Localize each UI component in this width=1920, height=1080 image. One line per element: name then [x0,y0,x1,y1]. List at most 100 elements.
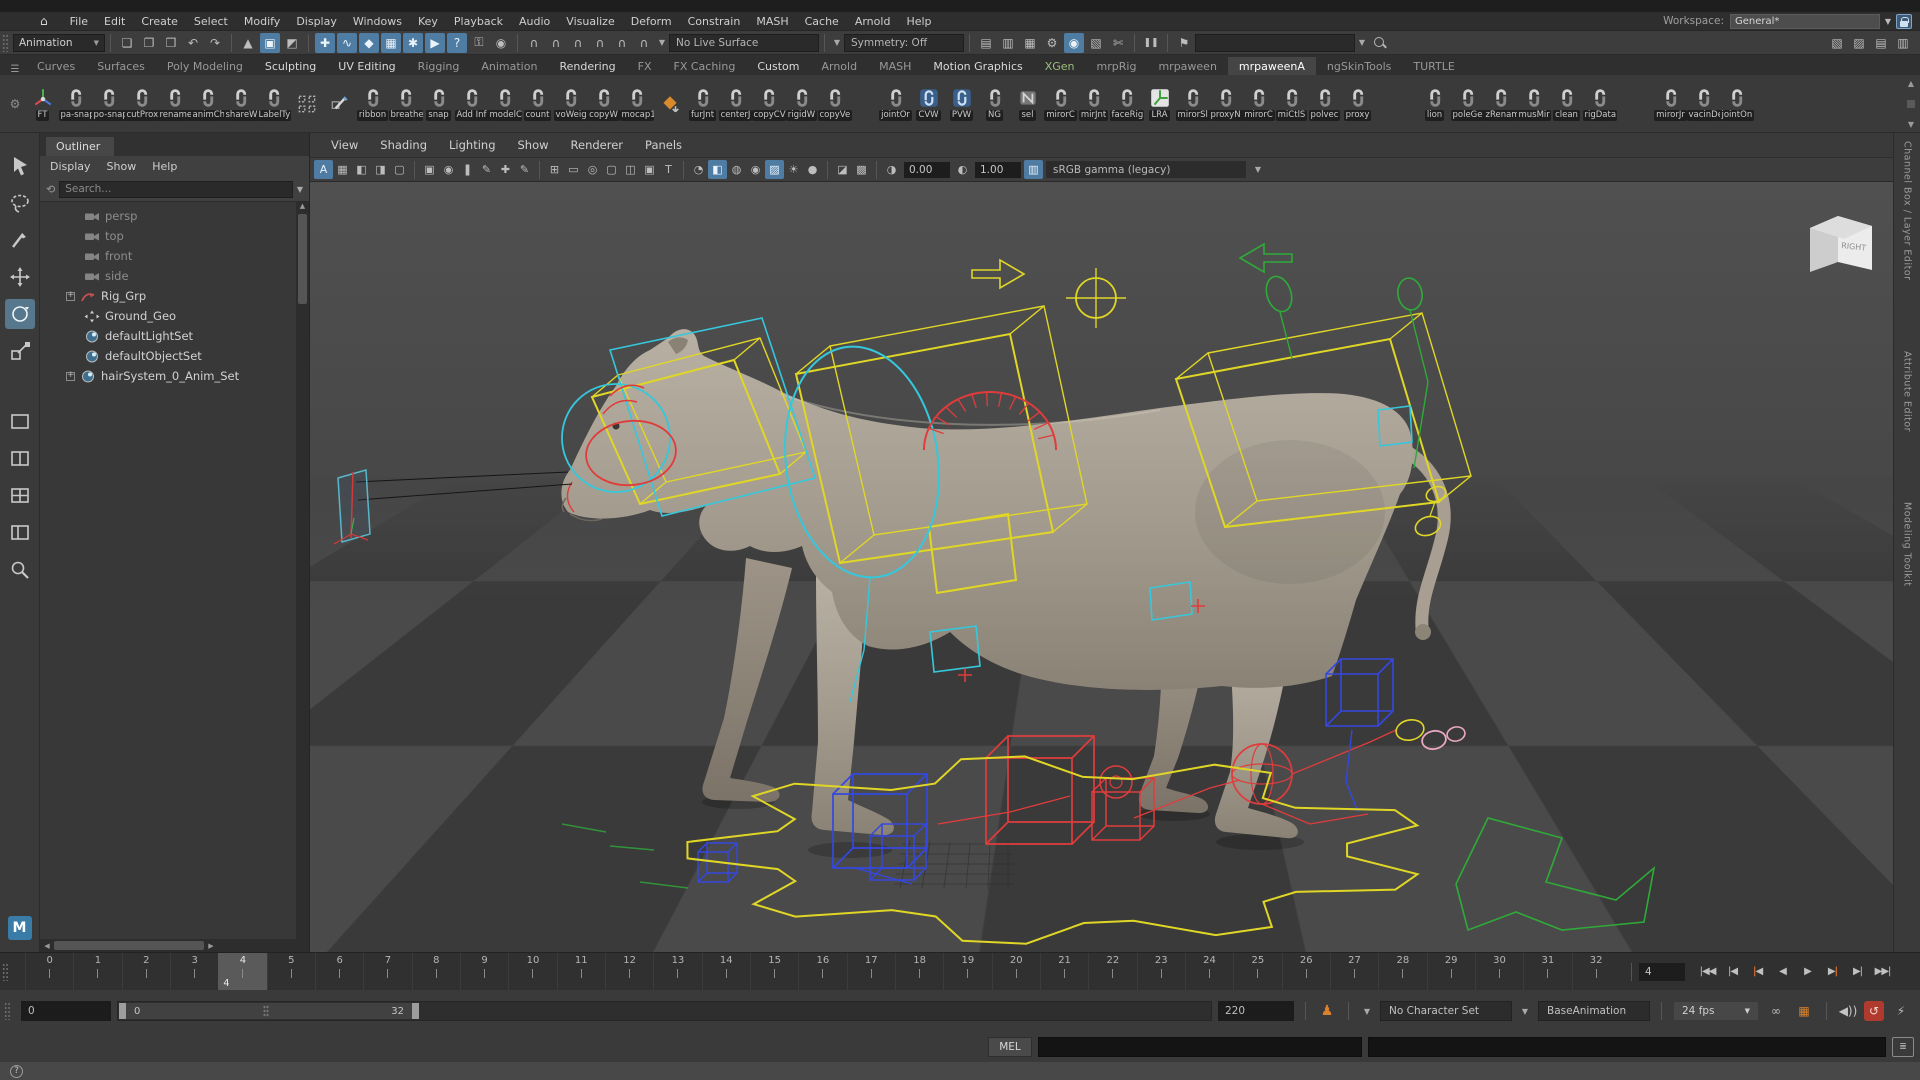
frame-1[interactable]: 1 [73,953,121,990]
shelf-button-CVW[interactable]: CVW [912,87,945,121]
highlight-selection-icon[interactable]: ◉ [491,33,511,53]
dropdown-arrow[interactable]: ▼ [830,38,844,47]
shelf-tab-mrpaween[interactable]: mrpaween [1147,57,1227,75]
quick-input-field[interactable] [1195,34,1355,52]
rig-control-curve[interactable] [958,668,972,682]
mask-deformations-icon[interactable]: ✱ [403,33,423,53]
frame-27[interactable]: 27 [1330,953,1378,990]
outliner-item-persp[interactable]: persp [40,206,309,226]
make-live-icon[interactable]: ∩ [634,33,654,53]
step-forward-key-button[interactable]: ▶| [1820,961,1845,983]
lock-camera-icon[interactable]: ◉ [439,160,458,179]
shelf-button-paint[interactable] [323,93,356,115]
shelf-gear-icon[interactable]: ⚙ [4,97,26,111]
rig-control-curve[interactable] [1262,273,1296,315]
isolate-select-icon[interactable]: ◪ [833,160,852,179]
search-icon[interactable] [1373,36,1387,50]
frame-18[interactable]: 18 [895,953,943,990]
menu-set-select[interactable]: Animation▼ [13,34,105,52]
shelf-tab-poly-modeling[interactable]: Poly Modeling [156,57,254,75]
shelf-tab-turtle[interactable]: TURTLE [1402,57,1465,75]
outliner-item-top[interactable]: top [40,226,309,246]
toggle-tool-settings-icon[interactable]: ▤ [1871,33,1891,53]
shelf-button-mocap1[interactable]: mocap1 [620,87,653,121]
auto-keyframe-toggle[interactable]: ↺ [1864,1001,1884,1021]
playback-range-block[interactable]: 0 32 [119,1003,419,1019]
shelf-button-snap[interactable]: snap [422,87,455,121]
menu-key[interactable]: Key [410,15,446,28]
shelf-button-FT[interactable]: FT [26,87,59,121]
use-all-lights-icon[interactable]: ◉ [746,160,765,179]
motion-blur-icon[interactable]: ● [803,160,822,179]
fps-select[interactable]: 24 fps▼ [1673,1001,1759,1021]
no-character-icon[interactable]: ⚑ [1174,33,1194,53]
shelf-button-proxyN[interactable]: proxyN [1209,87,1242,121]
safe-title-icon[interactable]: T [659,160,678,179]
textured-icon[interactable]: ◍ [727,160,746,179]
mask-rendering-icon[interactable]: ? [447,33,467,53]
outliner-menu-show[interactable]: Show [107,160,137,173]
outliner-item-side[interactable]: side [40,266,309,286]
shelf-button-furJnt[interactable]: furJnt [686,87,719,121]
shelf-button-copyVe[interactable]: copyVe [818,87,851,121]
frame-13[interactable]: 13 [653,953,701,990]
save-scene-icon[interactable]: ❒ [161,33,181,53]
rig-control-curve[interactable] [938,796,1070,824]
shelf-button-LabelTy[interactable]: LabelTy [257,87,290,121]
shelf-tab-rigging[interactable]: Rigging [407,57,471,75]
shelf-button-miCtlS[interactable]: miCtlS [1275,87,1308,121]
two-pane-layout[interactable] [5,444,35,474]
outliner-menu-help[interactable]: Help [152,160,177,173]
shelf-button-modelC[interactable]: modelC [488,87,521,121]
rig-control-curve[interactable] [1456,818,1654,930]
rig-control-curve[interactable] [1066,268,1126,328]
rig-control-curve[interactable] [1326,659,1393,726]
image-planes-icon[interactable]: ◧ [352,160,371,179]
shelf-button-polvec[interactable]: polvec [1308,87,1341,121]
shelf-button-Add Inf[interactable]: Add Inf [455,87,488,121]
frame-9[interactable]: 9 [460,953,508,990]
frame-28[interactable]: 28 [1378,953,1426,990]
add-keyframe-icon[interactable]: ✚ [496,160,515,179]
viewport-menu-view[interactable]: View [322,138,367,152]
shelf-button-voWeig[interactable]: voWeig [554,87,587,121]
outliner-pane-layout[interactable] [5,518,35,548]
side-tab-modeling-toolkit[interactable]: Modeling Toolkit [1902,502,1913,587]
expand-icon[interactable] [66,292,75,301]
anim-layer-select[interactable]: BaseAnimation [1538,1001,1650,1021]
shelf-button-count[interactable]: count [521,87,554,121]
menu-display[interactable]: Display [288,15,345,28]
shelf-button-diamond[interactable] [653,93,686,115]
mask-curves-icon[interactable]: ◆ [359,33,379,53]
frame-4[interactable]: 44 [218,953,266,990]
view-transform-dropdown-arrow[interactable]: ▼ [1246,165,1270,174]
shelf-button-mirJnt[interactable]: mirJnt [1077,87,1110,121]
viewport-menu-lighting[interactable]: Lighting [440,138,504,152]
shelf-tab-mrprig[interactable]: mrpRig [1086,57,1148,75]
selection-manipulator[interactable] [334,470,572,544]
shelf-button-zRenam[interactable]: zRenam [1484,87,1517,121]
shelf-button-grid[interactable] [290,93,323,115]
rig-control-curve[interactable] [562,824,688,888]
rangebar-grip[interactable] [4,1002,11,1020]
frame-17[interactable]: 17 [847,953,895,990]
frame-7[interactable]: 7 [363,953,411,990]
select-camera-icon[interactable]: ▣ [420,160,439,179]
animation-start-field[interactable]: 0 [21,1001,111,1021]
shelf-tab-sculpting[interactable]: Sculpting [254,57,327,75]
frame-30[interactable]: 30 [1475,953,1523,990]
menu-modify[interactable]: Modify [236,15,288,28]
shelf-button-mirorC[interactable]: mirorC [1242,87,1275,121]
rig-control-curve[interactable] [1240,244,1292,272]
outliner-item-defaultObjectSet[interactable]: defaultObjectSet [40,346,309,366]
shelf-tab-mrpaweena[interactable]: mrpaweenA [1228,57,1316,75]
resolution-gate-icon[interactable]: ◎ [583,160,602,179]
step-back-frame-button[interactable]: |◀ [1720,961,1745,983]
grease-pencil-icon[interactable]: ✎ [477,160,496,179]
frame-0[interactable]: 0 [25,953,73,990]
select-object-icon[interactable]: ▣ [260,33,280,53]
shelf-tab-rendering[interactable]: Rendering [548,57,626,75]
shelf-button-shareW[interactable]: shareW [224,87,257,121]
shelf-menu-icon[interactable]: ☰ [4,64,26,75]
symmetry-field[interactable]: Symmetry: Off [844,34,964,52]
